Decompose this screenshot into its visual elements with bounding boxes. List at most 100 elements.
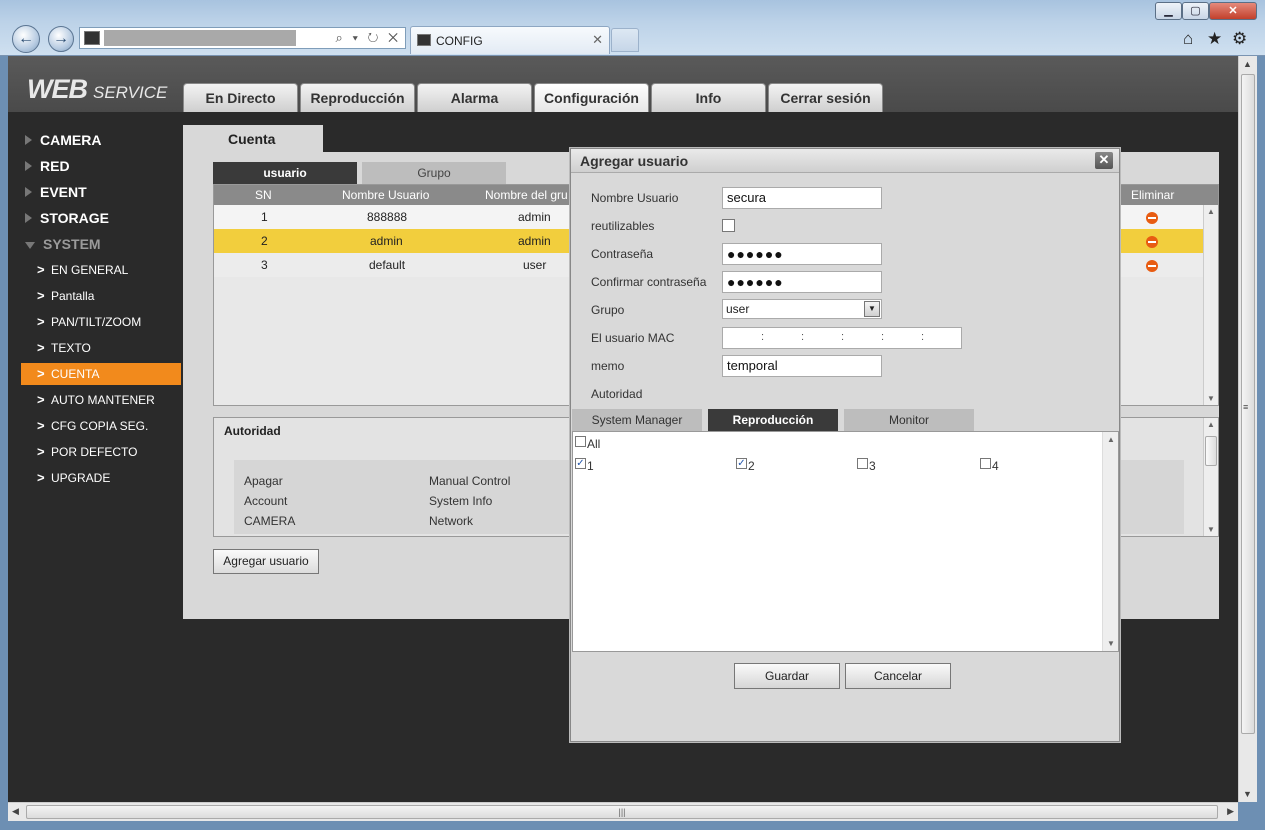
sidebar-sub-upgrade[interactable]: > UPGRADE xyxy=(21,467,181,489)
chevron-down-icon[interactable]: ▼ xyxy=(864,301,880,317)
all-checkbox[interactable] xyxy=(575,436,586,447)
address-tools-icons[interactable]: ⌕ ▾ ↻ ✕ xyxy=(336,30,401,46)
scroll-down-icon[interactable]: ▼ xyxy=(1107,639,1115,648)
confirm-password-input[interactable]: ●●●●●● xyxy=(722,271,882,293)
tab-alarma[interactable]: Alarma xyxy=(417,83,532,112)
sidebar-item-system[interactable]: SYSTEM xyxy=(25,236,101,252)
subtab-usuario[interactable]: usuario xyxy=(213,162,357,184)
expand-triangle-icon xyxy=(25,161,32,171)
window-close-button[interactable]: ✕ xyxy=(1209,2,1257,20)
page-horizontal-scrollbar[interactable]: ◀ ||| ▶ xyxy=(8,802,1238,821)
scroll-down-icon[interactable]: ▼ xyxy=(1207,525,1215,534)
username-input[interactable]: secura xyxy=(722,187,882,209)
scroll-thumb[interactable] xyxy=(1205,436,1217,466)
scroll-up-icon[interactable]: ▲ xyxy=(1243,59,1252,69)
dialog-header: Agregar usuario ✕ xyxy=(571,149,1119,173)
forward-arrow-icon[interactable]: → xyxy=(48,26,74,52)
web-service-logo: WEB SERVICE xyxy=(27,74,168,104)
chevron-right-icon: > xyxy=(37,288,45,303)
permission-scrollbar[interactable]: ▲ ▼ xyxy=(1102,432,1118,651)
sidebar-sub-cfg-copia[interactable]: > CFG COPIA SEG. xyxy=(21,415,181,437)
col-sn: SN xyxy=(255,188,272,202)
tab-favicon-icon xyxy=(417,34,431,46)
list-item: System Info xyxy=(429,494,493,508)
scroll-down-icon[interactable]: ▼ xyxy=(1207,394,1215,403)
delete-icon[interactable] xyxy=(1146,236,1158,248)
chevron-right-icon: > xyxy=(37,470,45,485)
browser-tab-config[interactable]: CONFIG ✕ xyxy=(410,26,610,54)
site-favicon-icon xyxy=(84,31,100,45)
sidebar: CAMERA RED EVENT STORAGE SYSTEM > EN GENE… xyxy=(8,112,184,802)
add-user-button[interactable]: Agregar usuario xyxy=(213,549,319,574)
sidebar-item-event[interactable]: EVENT xyxy=(25,184,87,200)
channel-3-checkbox[interactable] xyxy=(857,458,868,469)
sidebar-sub-texto[interactable]: > TEXTO xyxy=(21,337,181,359)
scroll-thumb[interactable]: ||| xyxy=(26,805,1218,819)
address-text-redacted[interactable] xyxy=(104,30,296,46)
list-item: CAMERA xyxy=(244,514,296,528)
mac-address-input[interactable]: : : : : : xyxy=(722,327,962,349)
authority-title: Autoridad xyxy=(224,424,281,438)
sidebar-sub-por-defecto[interactable]: > POR DEFECTO xyxy=(21,441,181,463)
scroll-up-icon[interactable]: ▲ xyxy=(1107,435,1115,444)
sidebar-sub-ptz[interactable]: > PAN/TILT/ZOOM xyxy=(21,311,181,333)
scroll-grip-icon: ≡ xyxy=(1243,402,1249,412)
tab-monitor[interactable]: Monitor xyxy=(844,409,974,431)
col-eliminar: Eliminar xyxy=(1131,188,1175,202)
delete-icon[interactable] xyxy=(1146,212,1158,224)
close-icon[interactable]: ✕ xyxy=(1095,152,1113,169)
label-memo: memo xyxy=(591,359,625,373)
expand-triangle-icon xyxy=(25,135,32,145)
memo-input[interactable]: temporal xyxy=(722,355,882,377)
chevron-right-icon: > xyxy=(37,340,45,355)
sidebar-item-red[interactable]: RED xyxy=(25,158,70,174)
channel-label: 3 xyxy=(869,459,876,473)
scroll-up-icon[interactable]: ▲ xyxy=(1207,207,1215,216)
label-confirm-password: Confirmar contraseña xyxy=(591,275,707,289)
page-vertical-scrollbar[interactable]: ▲ ≡ ▼ xyxy=(1238,56,1257,802)
tab-configuracion[interactable]: Configuración xyxy=(534,83,649,112)
scroll-right-icon[interactable]: ▶ xyxy=(1227,806,1234,817)
tab-close-icon[interactable]: ✕ xyxy=(592,32,603,48)
tab-reproduccion-perm[interactable]: Reproducción xyxy=(708,409,838,431)
subtab-grupo[interactable]: Grupo xyxy=(362,162,506,184)
label-group: Grupo xyxy=(591,303,625,317)
sidebar-item-camera[interactable]: CAMERA xyxy=(25,132,101,148)
new-tab-button[interactable] xyxy=(611,28,639,52)
favorites-star-icon[interactable]: ★ xyxy=(1207,29,1222,49)
home-icon[interactable]: ⌂ xyxy=(1183,29,1193,49)
password-input[interactable]: ●●●●●● xyxy=(722,243,882,265)
sidebar-sub-auto-mantener[interactable]: > AUTO MANTENER xyxy=(21,389,181,411)
address-bar[interactable]: ⌕ ▾ ↻ ✕ xyxy=(79,27,406,49)
tab-info[interactable]: Info xyxy=(651,83,766,112)
channel-label: 4 xyxy=(992,459,999,473)
scroll-down-icon[interactable]: ▼ xyxy=(1243,789,1252,799)
tab-system-manager[interactable]: System Manager xyxy=(572,409,702,431)
sidebar-item-storage[interactable]: STORAGE xyxy=(25,210,109,226)
collapse-triangle-icon xyxy=(25,242,35,249)
reusable-checkbox[interactable] xyxy=(722,219,735,232)
app-header: WEB SERVICE En Directo Reproducción Alarm… xyxy=(8,56,1238,112)
sidebar-sub-pantalla[interactable]: > Pantalla xyxy=(21,285,181,307)
back-arrow-icon[interactable]: ← xyxy=(12,25,40,53)
channel-4-checkbox[interactable] xyxy=(980,458,991,469)
cancel-button[interactable]: Cancelar xyxy=(845,663,951,689)
authority-scrollbar[interactable]: ▲ ▼ xyxy=(1203,418,1218,536)
delete-icon[interactable] xyxy=(1146,260,1158,272)
window-maximize-button[interactable]: ▢ xyxy=(1182,2,1209,20)
gear-icon[interactable]: ⚙ xyxy=(1232,29,1247,49)
tab-cuenta[interactable]: Cuenta xyxy=(183,126,323,153)
channel-2-checkbox[interactable]: ✓ xyxy=(736,458,747,469)
tab-cerrar-sesion[interactable]: Cerrar sesión xyxy=(768,83,883,112)
group-select[interactable]: user ▼ xyxy=(722,299,882,319)
scroll-up-icon[interactable]: ▲ xyxy=(1207,420,1215,429)
channel-1-checkbox[interactable]: ✓ xyxy=(575,458,586,469)
scroll-left-icon[interactable]: ◀ xyxy=(12,806,19,817)
tab-en-directo[interactable]: En Directo xyxy=(183,83,298,112)
save-button[interactable]: Guardar xyxy=(734,663,840,689)
sidebar-sub-en-general[interactable]: > EN GENERAL xyxy=(21,259,181,281)
tab-reproduccion[interactable]: Reproducción xyxy=(300,83,415,112)
sidebar-sub-cuenta[interactable]: > CUENTA xyxy=(21,363,181,385)
window-minimize-button[interactable]: ▁ xyxy=(1155,2,1182,20)
table-scrollbar[interactable]: ▲ ▼ xyxy=(1203,205,1218,405)
